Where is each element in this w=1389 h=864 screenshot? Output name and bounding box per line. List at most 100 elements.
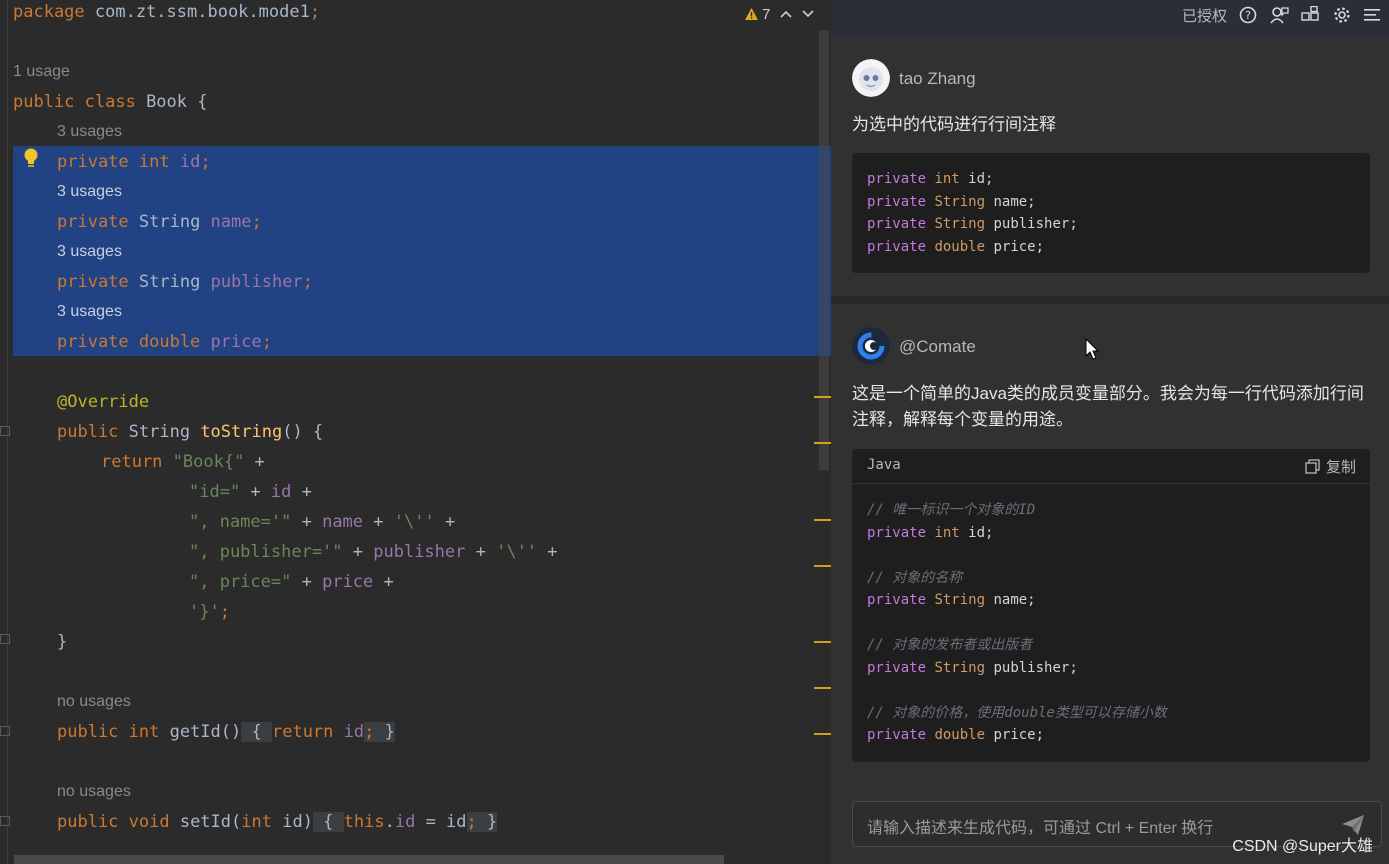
warning-stripe[interactable] [814,687,831,689]
fold-marker[interactable] [0,726,10,736]
lightbulb-icon[interactable] [23,148,39,170]
vertical-scrollbar[interactable] [819,30,829,470]
horizontal-scrollbar[interactable] [14,855,724,864]
punctuation: () [220,722,242,742]
inspection-widget[interactable]: 7 [744,4,814,24]
identifier: price; [985,727,1045,743]
type-name: double [934,239,986,255]
field-name: price [200,332,262,352]
field-name: id [333,722,365,742]
warning-stripe[interactable] [814,519,831,521]
code-line-concat-id[interactable]: "id=" + id + [189,477,312,507]
keyword: public void [57,812,170,832]
user-chat-icon[interactable] [1269,6,1289,24]
code-line: private String name; [867,589,1036,611]
operator: + [465,542,497,562]
code-line-concat-name[interactable]: ", name='" + name + '\'' + [189,507,455,537]
identifier: name; [985,194,1036,210]
code-line-field-name[interactable]: private String name; [57,207,262,237]
code-line-tostring[interactable]: public String toString() { [57,417,323,447]
auth-status[interactable]: 已授权 [1182,5,1227,26]
operator: + [363,512,394,532]
chevron-down-icon[interactable] [802,9,814,19]
warning-icon [745,8,758,20]
code-line-close-brace[interactable]: } [57,627,67,657]
code-comment: // 唯一标识一个对象的ID [867,502,1036,518]
code-line-concat-price[interactable]: ", price=" + price + [189,567,394,597]
fold-marker[interactable] [0,634,10,644]
semicolon: ; [302,272,313,292]
code-line-field-id[interactable]: private int id; [57,147,211,177]
type-name: String [118,422,201,442]
identifier: name; [985,592,1036,608]
comate-avatar [852,327,890,365]
ai-chat-panel: 已授权 ? tao Zhang 为选中的代码进行行间注释 private int… [831,0,1389,864]
usage-hint[interactable]: no usages [57,687,131,717]
help-icon[interactable]: ? [1239,6,1257,24]
field-name: name [210,212,252,232]
operator: + [434,512,456,532]
usage-hint[interactable]: 3 usages [57,237,122,267]
punctuation: ( [231,812,242,832]
code-line: private double price; [867,236,1044,258]
usage-hint[interactable]: 1 usage [13,57,70,87]
field-name: publisher [373,542,466,562]
code-line-getid[interactable]: public int getId() { return id; } [57,717,395,747]
usage-hint[interactable]: 3 usages [57,177,122,207]
warning-stripe[interactable] [814,565,831,567]
field-name: price [322,572,374,592]
code-line-override[interactable]: @Override [57,387,149,417]
warning-count: 7 [762,5,771,23]
code-line-field-publisher[interactable]: private String publisher; [57,267,313,297]
code-line-class-decl[interactable]: public class Book { [13,87,207,117]
folded-region[interactable]: { [241,722,272,742]
code-line: private String publisher; [867,213,1078,235]
operator: + [537,542,558,562]
method-name: getId [159,722,221,742]
code-line-return[interactable]: return "Book{" + [101,447,265,477]
string-literal: ", publisher='" [189,542,343,562]
identifier: id; [959,525,994,541]
folded-region[interactable]: { [312,812,344,832]
code-line-concat-publisher[interactable]: ", publisher='" + publisher + '\'' + [189,537,558,567]
folded-region[interactable]: } [476,812,498,832]
identifier: price; [985,239,1045,255]
warning-stripe[interactable] [814,733,831,735]
gear-icon[interactable] [1333,6,1351,24]
warning-stripe[interactable] [814,442,831,444]
fold-marker[interactable] [0,816,10,826]
keyword: private [867,171,927,187]
usage-hint[interactable]: no usages [57,777,131,807]
type-name: double [934,727,986,743]
copy-button[interactable]: 复制 [1305,456,1356,477]
code-editor[interactable]: 7 package com.zt.ssm.book.mode1; 1 usage… [0,0,831,864]
punctuation: } [57,632,68,652]
bot-message: 这是一个简单的Java类的成员变量部分。我会为每一行代码添加行间注释，解释每个变… [852,384,1364,429]
package-name: com.zt.ssm.book.mode1 [84,2,310,22]
keyword: private double [57,332,201,352]
code-line-concat-close[interactable]: '}'; [189,597,230,627]
usage-hint[interactable]: 3 usages [57,297,122,327]
layout-icon[interactable] [1301,6,1321,24]
user-name: tao Zhang [899,69,976,88]
keyword: public int [57,722,160,742]
menu-icon[interactable] [1363,7,1381,23]
code-line-package[interactable]: package com.zt.ssm.book.mode1; [13,0,320,27]
warning-stripe[interactable] [814,641,831,643]
keyword: return [101,452,163,472]
string-literal: ", price=" [189,572,292,592]
usage-hint[interactable]: 3 usages [57,117,122,147]
method-name: setId [169,812,232,832]
field-name: name [322,512,364,532]
method-name: toString [200,422,283,442]
chevron-up-icon[interactable] [780,9,792,19]
code-line-field-price[interactable]: private double price; [57,327,272,357]
code-line-setid[interactable]: public void setId(int id) { this.id = id… [57,807,498,837]
folded-region[interactable]: } [374,722,395,742]
semicolon: ; [466,812,477,832]
semicolon: ; [364,722,375,742]
field-name: id [270,482,292,502]
warning-stripe[interactable] [814,396,831,398]
fold-marker[interactable] [0,426,10,436]
field-name: publisher [210,272,303,292]
